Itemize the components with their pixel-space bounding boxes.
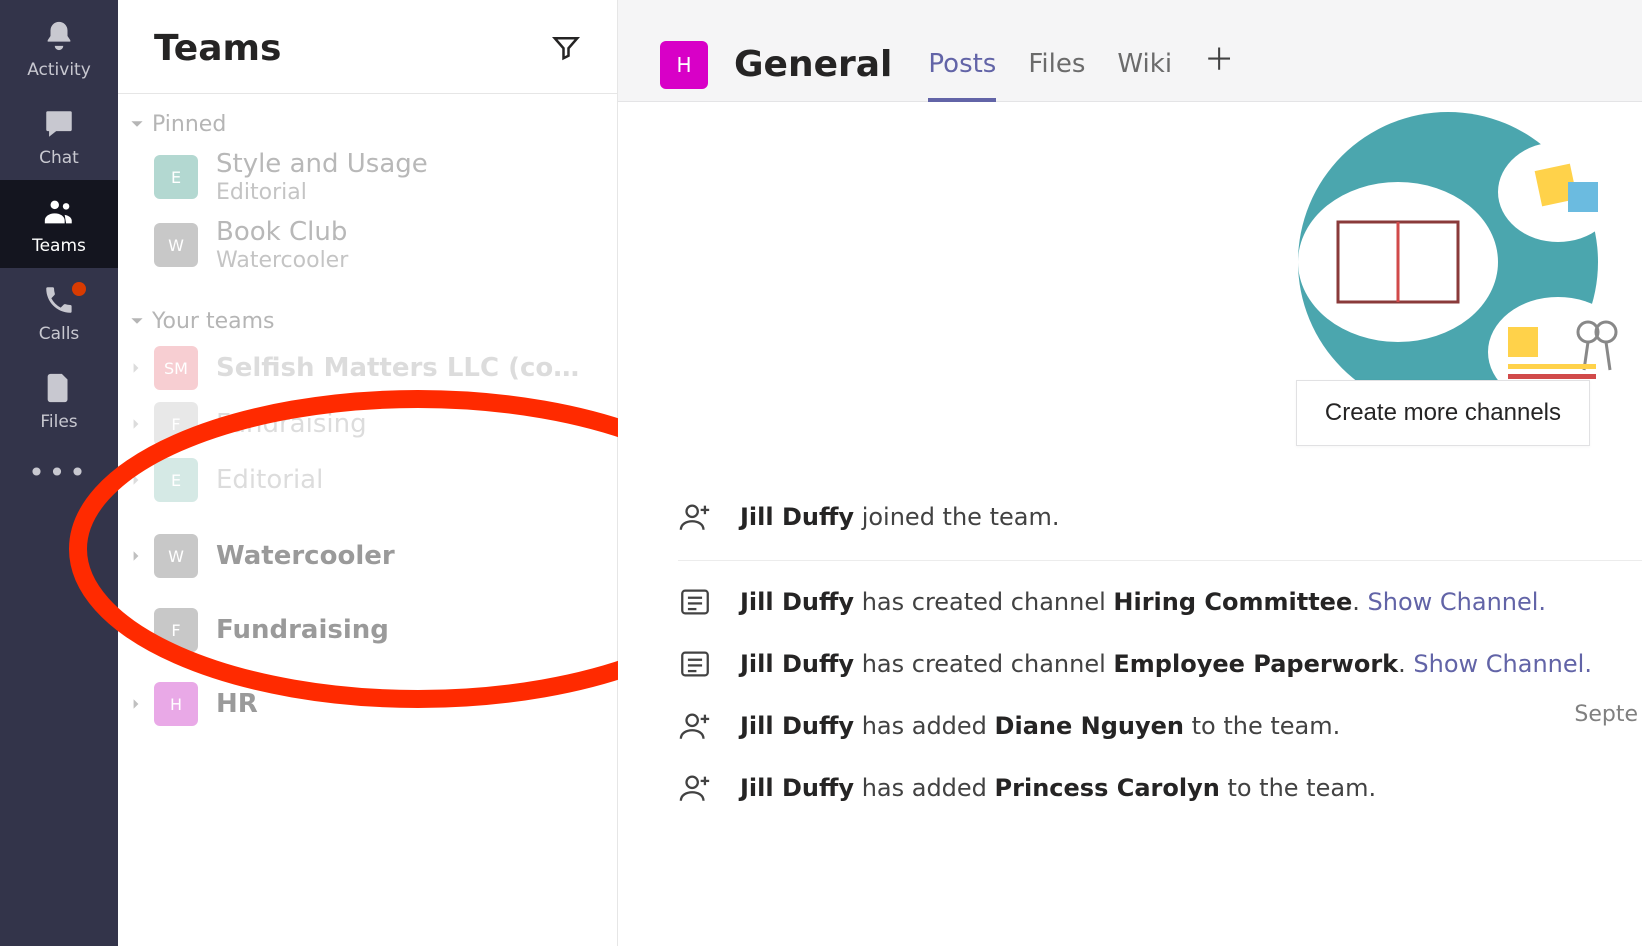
chevron-down-icon bbox=[130, 621, 142, 640]
feed-text: Jill Duffy has added Princess Carolyn to… bbox=[740, 774, 1376, 802]
rail-more-button[interactable]: ••• bbox=[0, 444, 118, 501]
rail-activity[interactable]: Activity bbox=[0, 4, 118, 92]
avatar: F bbox=[154, 402, 198, 446]
pinned-label: Pinned bbox=[152, 112, 226, 137]
create-more-channels-button[interactable]: Create more channels bbox=[1296, 380, 1590, 446]
rail-chat[interactable]: Chat bbox=[0, 92, 118, 180]
channel-tabs: Posts Files Wiki ＋ bbox=[928, 28, 1234, 101]
team-hr[interactable]: H HR bbox=[118, 676, 609, 732]
channel-team: Watercooler bbox=[216, 248, 348, 273]
teams-panel: Teams Pinned E Style and Usage Editorial… bbox=[118, 0, 618, 946]
rail-activity-label: Activity bbox=[27, 60, 91, 80]
add-tab-button[interactable]: ＋ bbox=[1204, 35, 1234, 101]
your-teams-label: Your teams bbox=[152, 309, 275, 334]
pinned-channel-style-usage[interactable]: E Style and Usage Editorial bbox=[118, 143, 609, 211]
your-teams-section-header[interactable]: Your teams bbox=[118, 279, 609, 340]
app-rail: Activity Chat Teams Calls Files ••• bbox=[0, 0, 118, 946]
rail-teams-label: Teams bbox=[32, 236, 86, 256]
pinned-channel-book-club[interactable]: W Book Club Watercooler bbox=[118, 211, 609, 279]
feed-row: Jill Duffy joined the team. bbox=[678, 486, 1642, 548]
rail-calls-label: Calls bbox=[39, 324, 80, 344]
team-name: Editorial bbox=[216, 465, 323, 496]
team-name: HR bbox=[216, 689, 258, 720]
pinned-section-header[interactable]: Pinned bbox=[118, 94, 609, 143]
plus-icon: ＋ bbox=[1204, 43, 1234, 78]
rail-teams[interactable]: Teams bbox=[0, 180, 118, 268]
chevron-right-icon bbox=[130, 415, 142, 434]
show-channel-link[interactable]: Show Channel. bbox=[1368, 588, 1547, 616]
tab-files[interactable]: Files bbox=[1028, 49, 1085, 101]
content-header: H General Posts Files Wiki ＋ bbox=[618, 0, 1642, 102]
team-fundraising-drag[interactable]: F Fundraising bbox=[118, 396, 609, 452]
feed-text: Jill Duffy joined the team. bbox=[740, 503, 1059, 531]
team-name: Selfish Matters LLC (co… bbox=[216, 353, 579, 384]
chevron-right-icon bbox=[130, 359, 142, 378]
panel-body: Pinned E Style and Usage Editorial W Boo… bbox=[118, 94, 617, 732]
channel-content: H General Posts Files Wiki ＋ bbox=[618, 0, 1642, 946]
person-add-icon bbox=[678, 709, 712, 743]
panel-title: Teams bbox=[154, 28, 281, 69]
avatar: F bbox=[154, 608, 198, 652]
chevron-right-icon bbox=[130, 695, 142, 714]
feed-text: Jill Duffy has created channel Hiring Co… bbox=[740, 588, 1546, 616]
teams-icon bbox=[41, 194, 77, 230]
feed-row: Jill Duffy has added Diane Nguyen to the… bbox=[678, 695, 1642, 757]
posts-feed-area: Create more channels Jill Duffy joined t… bbox=[618, 102, 1642, 946]
team-name: Watercooler bbox=[216, 541, 395, 572]
rail-calls[interactable]: Calls bbox=[0, 268, 118, 356]
avatar: E bbox=[154, 155, 198, 199]
panel-header: Teams bbox=[118, 0, 617, 94]
rail-files-label: Files bbox=[40, 412, 77, 432]
feed-row: Jill Duffy has added Princess Carolyn to… bbox=[678, 757, 1642, 819]
team-watercooler[interactable]: W Watercooler bbox=[118, 528, 609, 584]
activity-feed: Jill Duffy joined the team. Jill Duffy ha… bbox=[678, 486, 1642, 819]
avatar: W bbox=[154, 223, 198, 267]
feed-text: Jill Duffy has added Diane Nguyen to the… bbox=[740, 712, 1340, 740]
notification-dot-icon bbox=[72, 282, 86, 296]
feed-text: Jill Duffy has created channel Employee … bbox=[740, 650, 1592, 678]
team-fundraising[interactable]: F Fundraising bbox=[118, 602, 609, 658]
filter-button[interactable] bbox=[551, 32, 581, 66]
file-icon bbox=[41, 370, 77, 406]
chevron-right-icon bbox=[130, 547, 142, 566]
person-add-icon bbox=[678, 500, 712, 534]
ellipsis-icon: ••• bbox=[28, 456, 90, 489]
channel-title: General bbox=[734, 44, 892, 85]
chat-icon bbox=[41, 106, 77, 142]
illustration-icon bbox=[1258, 102, 1618, 402]
filter-icon bbox=[551, 47, 581, 66]
team-name: Fundraising bbox=[216, 409, 367, 440]
chevron-down-icon bbox=[130, 112, 144, 137]
avatar: SM bbox=[154, 346, 198, 390]
tab-posts[interactable]: Posts bbox=[928, 49, 996, 101]
date-divider: Septe bbox=[1574, 702, 1642, 727]
channel-name: Style and Usage bbox=[216, 149, 428, 180]
bell-icon bbox=[41, 18, 77, 54]
person-add-icon bbox=[678, 771, 712, 805]
team-name: Fundraising bbox=[216, 615, 389, 646]
avatar: H bbox=[154, 682, 198, 726]
channel-icon bbox=[678, 585, 712, 619]
feed-row: Jill Duffy has created channel Employee … bbox=[678, 633, 1642, 695]
team-editorial-drag[interactable]: E Editorial bbox=[118, 452, 609, 508]
dragging-team-group[interactable]: SM Selfish Matters LLC (co… F Fundraisin… bbox=[118, 340, 609, 508]
avatar: W bbox=[154, 534, 198, 578]
channel-avatar: H bbox=[660, 41, 708, 89]
channel-icon bbox=[678, 647, 712, 681]
rail-chat-label: Chat bbox=[39, 148, 79, 168]
team-selfish-matters[interactable]: SM Selfish Matters LLC (co… bbox=[118, 340, 609, 396]
show-channel-link[interactable]: Show Channel. bbox=[1413, 650, 1592, 678]
rail-files[interactable]: Files bbox=[0, 356, 118, 444]
channel-team: Editorial bbox=[216, 180, 428, 205]
channel-name: Book Club bbox=[216, 217, 348, 248]
welcome-illustration bbox=[678, 102, 1642, 402]
avatar: E bbox=[154, 458, 198, 502]
chevron-down-icon bbox=[130, 309, 144, 334]
tab-wiki[interactable]: Wiki bbox=[1117, 49, 1172, 101]
chevron-right-icon bbox=[130, 471, 142, 490]
feed-row: Jill Duffy has created channel Hiring Co… bbox=[678, 560, 1642, 633]
